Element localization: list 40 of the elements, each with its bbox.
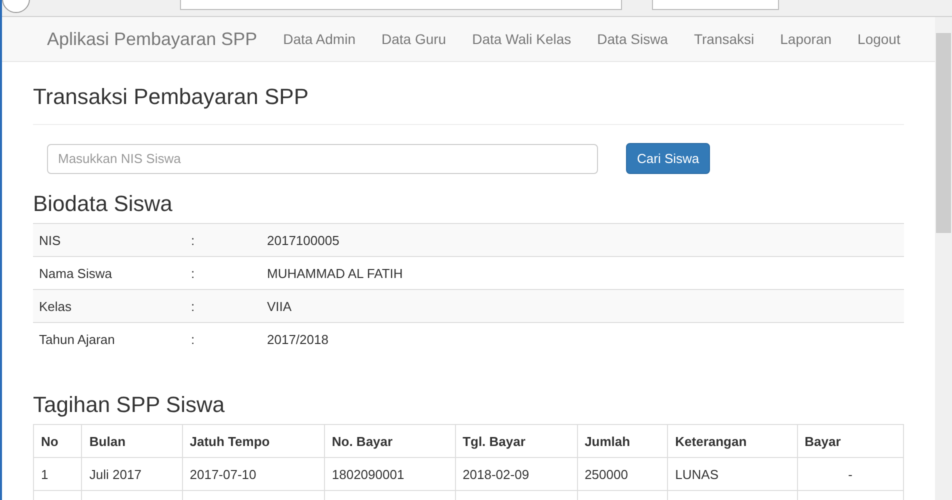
column-header: No. Bayar [324,424,456,458]
column-header: No [34,424,82,458]
table-cell: 2018-02-09 [455,458,578,490]
table-cell: : [185,322,261,356]
nis-input-field[interactable]: Masukkan NIS Siswa [47,144,598,174]
table-cell: 2017/2018 [261,322,904,356]
nav-link[interactable]: Data Wali Kelas [459,31,584,47]
nav-link[interactable]: Laporan [767,31,845,47]
column-header: Tgl. Bayar [455,424,578,458]
scrollbar[interactable] [935,17,952,500]
table-cell: 250000 [577,458,668,490]
table-cell: LUNAS [668,458,798,490]
table-cell: NIS [33,224,185,256]
column-header: Keterangan [668,424,798,458]
search-button[interactable]: Cari Siswa [626,143,710,174]
nav-link[interactable]: Data Guru [368,31,460,47]
column-header: Jatuh Tempo [182,424,324,458]
column-header: Bulan [82,424,182,458]
section-heading: Tagihan SPP Siswa [33,392,226,418]
scrollbar-thumb[interactable] [936,33,951,233]
table-cell: : [185,290,261,322]
nav-link[interactable]: Data Siswa [584,31,681,47]
column-header: Jumlah [577,424,668,458]
table-cell: 2017100005 [261,224,904,256]
section-heading: Biodata Siswa [33,191,174,217]
table-cell: - [797,458,904,490]
nav-link[interactable]: Data Admin [270,31,368,47]
column-header: Bayar [797,424,904,458]
table-cell: 1802090001 [324,458,456,490]
table-cell: VIIA [261,290,904,322]
nav-link[interactable]: Logout [844,31,914,47]
table-cell: 1 [34,458,82,490]
table-cell: 2017-07-10 [182,458,324,490]
table-cell: Tahun Ajaran [33,322,185,356]
table-cell: : [185,224,261,256]
nav-link[interactable]: Transaksi [680,31,768,47]
navbar-brand[interactable]: Aplikasi Pembayaran SPP [47,28,258,50]
table-cell: Kelas [33,290,185,322]
page-title: Transaksi Pembayaran SPP [33,62,904,125]
table-cell: Juli 2017 [82,458,182,490]
